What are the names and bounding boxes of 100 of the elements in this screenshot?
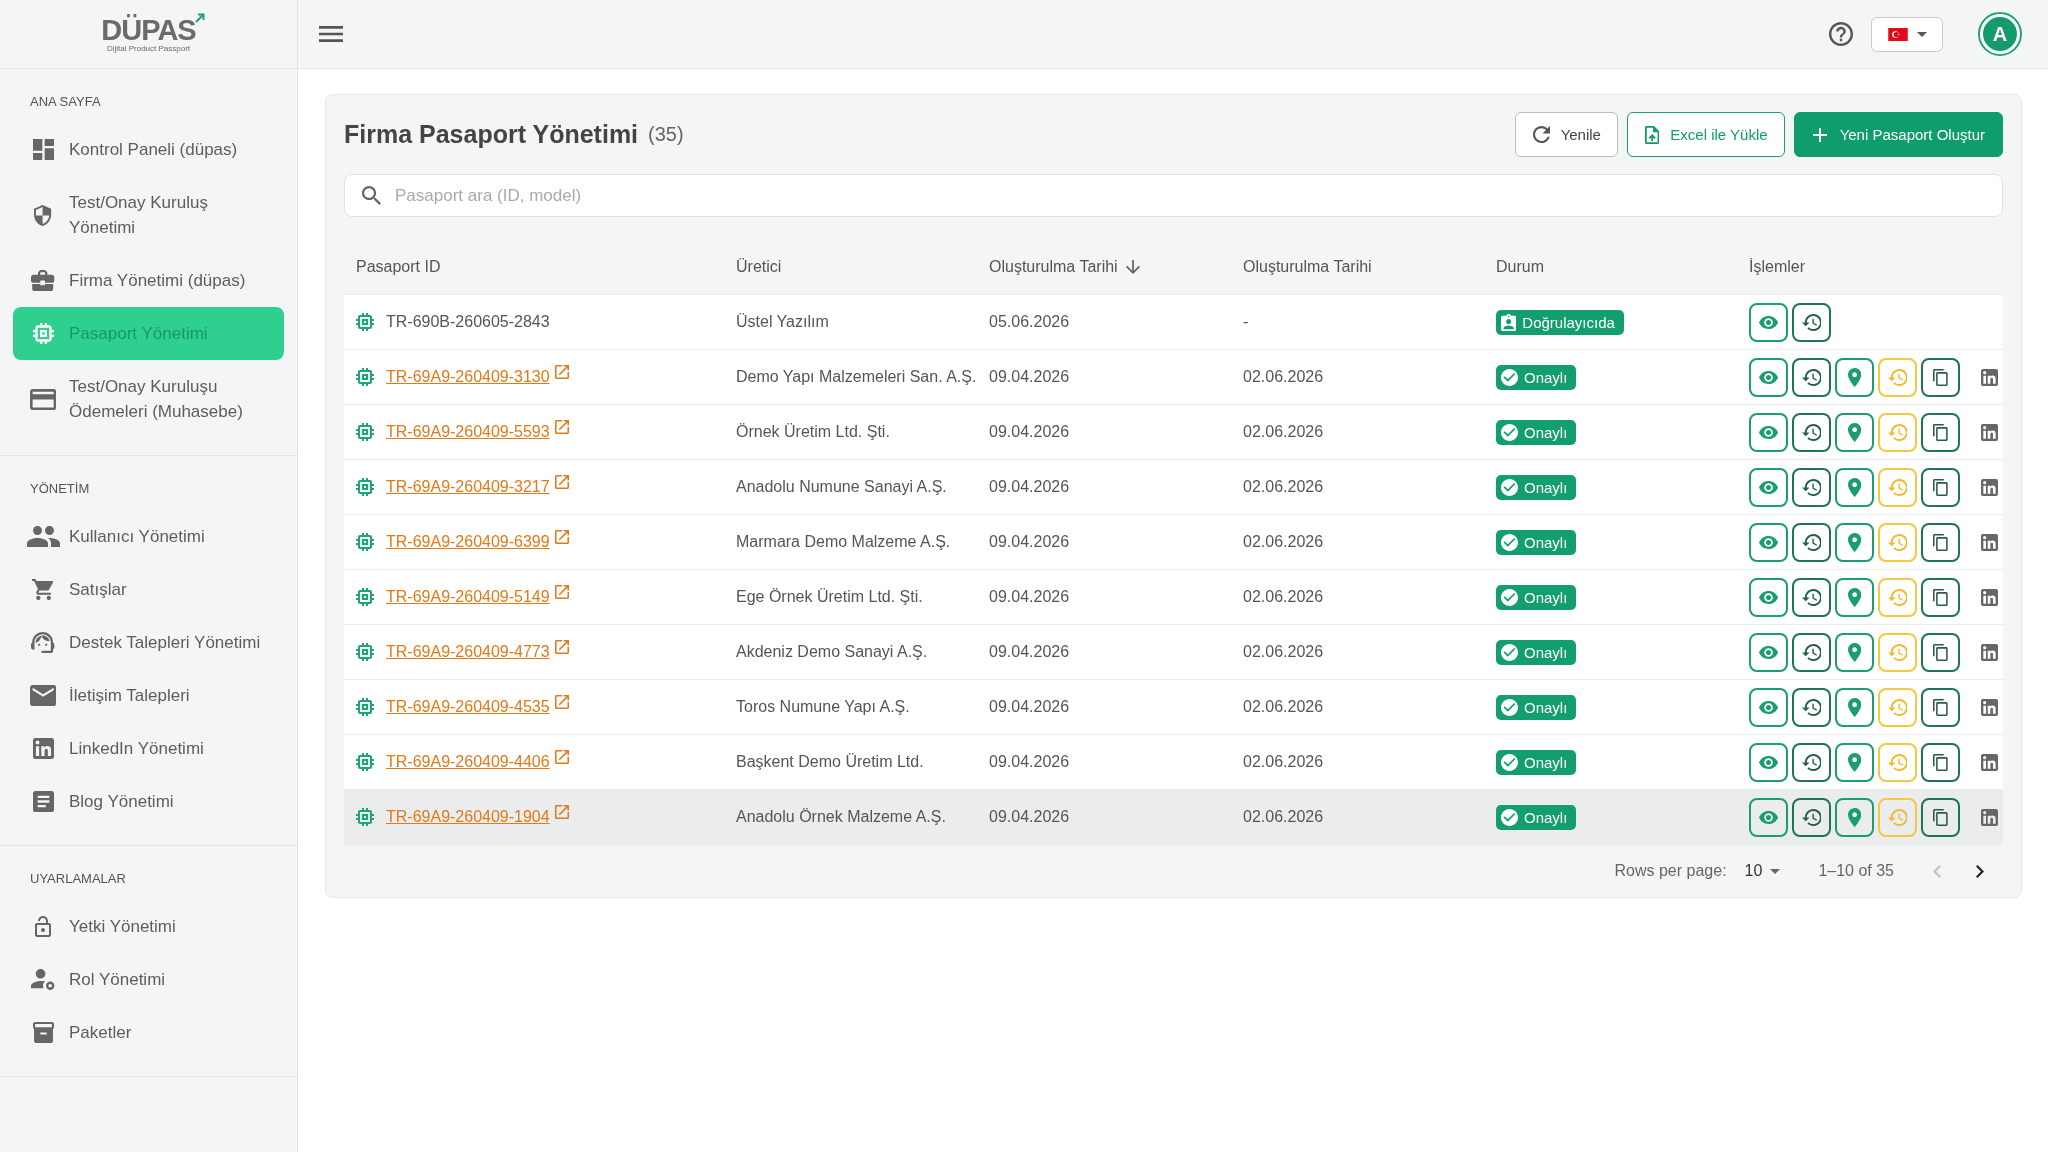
- external-link-icon: [554, 475, 569, 489]
- history-button[interactable]: [1792, 412, 1831, 452]
- language-select[interactable]: [1871, 16, 1943, 52]
- view-button[interactable]: [1749, 357, 1788, 397]
- copy-button[interactable]: [1921, 687, 1960, 727]
- history-button[interactable]: [1792, 632, 1831, 672]
- history-button[interactable]: [1792, 797, 1831, 837]
- copy-button[interactable]: [1921, 632, 1960, 672]
- manufacturer-name: Toros Numune Yapı A.Ş.: [736, 698, 910, 716]
- location-button[interactable]: [1835, 632, 1874, 672]
- eye-icon: [1758, 810, 1779, 824]
- column-header[interactable]: Oluşturulma Tarihi: [1243, 257, 1372, 276]
- linkedin-icon[interactable]: [1981, 423, 1998, 441]
- refresh-icon: [1532, 126, 1550, 143]
- copy-button[interactable]: [1921, 577, 1960, 617]
- linkedin-icon[interactable]: [1981, 808, 1998, 826]
- history-icon: [1887, 368, 1908, 386]
- section-heading: UYARLAMALAR: [30, 870, 127, 888]
- location-button[interactable]: [1835, 522, 1874, 562]
- view-button[interactable]: [1749, 412, 1788, 452]
- location-button[interactable]: [1835, 412, 1874, 452]
- nav-item[interactable]: Rol Yönetimi: [13, 953, 284, 1006]
- history-button[interactable]: [1792, 577, 1831, 617]
- copy-button[interactable]: [1921, 467, 1960, 507]
- nav-item[interactable]: Kullanıcı Yönetimi: [13, 510, 284, 563]
- eye-icon: [1758, 590, 1779, 604]
- view-button[interactable]: [1749, 522, 1788, 562]
- rows-per-page-select[interactable]: 10: [1744, 862, 1781, 880]
- created-date: 09.04.2026: [989, 423, 1070, 441]
- nav-item[interactable]: Destek Talepleri Yönetimi: [13, 616, 284, 669]
- location-button[interactable]: [1835, 687, 1874, 727]
- history-button[interactable]: [1792, 302, 1831, 342]
- linkedin-icon[interactable]: [1981, 698, 1998, 716]
- nav-item[interactable]: Blog Yönetimi: [13, 775, 284, 828]
- nav-item[interactable]: Test/Onay Kuruluşu Ödemeleri (Muhasebe): [13, 360, 284, 438]
- created-date: 09.04.2026: [989, 698, 1070, 716]
- nav-item[interactable]: Kontrol Paneli (düpas): [13, 123, 284, 176]
- history-button[interactable]: [1792, 687, 1831, 727]
- history-icon: [1801, 533, 1822, 551]
- briefcase-icon: [31, 270, 55, 291]
- nav-item[interactable]: Yetki Yönetimi: [13, 900, 284, 953]
- linkedin-icon[interactable]: [1981, 753, 1998, 771]
- history-button[interactable]: [1792, 522, 1831, 562]
- nav-item[interactable]: Firma Yönetimi (düpas): [13, 254, 284, 307]
- column-header[interactable]: İşlemler: [1749, 257, 1805, 276]
- view-button[interactable]: [1749, 797, 1788, 837]
- search-field[interactable]: Pasaport ara (ID, model): [344, 174, 2003, 217]
- copy-button[interactable]: [1921, 412, 1960, 452]
- excel-upload-button[interactable]: Excel ile Yükle: [1626, 112, 1785, 157]
- linkedin-icon[interactable]: [1981, 533, 1998, 551]
- sort-arrow-icon: [1125, 259, 1140, 274]
- linkedin-icon[interactable]: [1981, 478, 1998, 496]
- history-button[interactable]: [1792, 742, 1831, 782]
- nav-item[interactable]: LinkedIn Yönetimi: [13, 722, 284, 775]
- new-passport-button[interactable]: Yeni Pasaport Oluştur: [1793, 112, 2003, 157]
- flag-icon: [1887, 27, 1908, 41]
- history-button[interactable]: [1792, 467, 1831, 507]
- view-button[interactable]: [1749, 742, 1788, 782]
- nav-item[interactable]: İletişim Talepleri: [13, 669, 284, 722]
- location-pin-icon: [1847, 642, 1862, 662]
- copy-button[interactable]: [1921, 797, 1960, 837]
- copy-button[interactable]: [1921, 522, 1960, 562]
- copy-button[interactable]: [1921, 357, 1960, 397]
- avatar[interactable]: A: [1978, 12, 2022, 56]
- chip-icon: [356, 368, 374, 386]
- location-button[interactable]: [1835, 357, 1874, 397]
- nav-item[interactable]: Paketler: [13, 1006, 284, 1059]
- linkedin-icon[interactable]: [1981, 588, 1998, 606]
- created-date: 09.04.2026: [989, 643, 1070, 661]
- status-label: Onaylı: [1524, 753, 1568, 771]
- refresh-button[interactable]: Yenile: [1514, 112, 1618, 157]
- chip-icon: [356, 698, 374, 716]
- manufacturer-name: Anadolu Numune Sanayi A.Ş.: [736, 478, 947, 496]
- linkedin-icon[interactable]: [1981, 643, 1998, 661]
- location-button[interactable]: [1835, 577, 1874, 617]
- nav-item[interactable]: Satışlar: [13, 563, 284, 616]
- location-button[interactable]: [1835, 467, 1874, 507]
- copy-button[interactable]: [1921, 742, 1960, 782]
- location-button[interactable]: [1835, 742, 1874, 782]
- column-header[interactable]: Oluşturulma Tarihi: [989, 257, 1140, 276]
- view-button[interactable]: [1749, 577, 1788, 617]
- nav-item[interactable]: Test/Onay Kuruluş Yönetimi: [13, 176, 284, 254]
- view-button[interactable]: [1749, 467, 1788, 507]
- manufacturer-name: Ege Örnek Üretim Ltd. Şti.: [736, 588, 923, 606]
- location-button[interactable]: [1835, 797, 1874, 837]
- column-header[interactable]: Pasaport ID: [356, 257, 441, 276]
- view-button[interactable]: [1749, 687, 1788, 727]
- plus-icon: [1812, 127, 1827, 142]
- help-icon[interactable]: [1829, 22, 1853, 46]
- column-header[interactable]: Durum: [1496, 257, 1544, 276]
- manufacturer-name: Örnek Üretim Ltd. Şti.: [736, 423, 890, 441]
- history-button[interactable]: [1792, 357, 1831, 397]
- view-button[interactable]: [1749, 302, 1788, 342]
- credit-card-icon: [29, 388, 57, 410]
- linkedin-icon: [32, 738, 54, 759]
- view-button[interactable]: [1749, 632, 1788, 672]
- linkedin-icon[interactable]: [1981, 368, 1998, 386]
- people-icon: [26, 526, 60, 547]
- column-header[interactable]: Üretici: [736, 257, 782, 276]
- menu-icon[interactable]: [319, 26, 343, 42]
